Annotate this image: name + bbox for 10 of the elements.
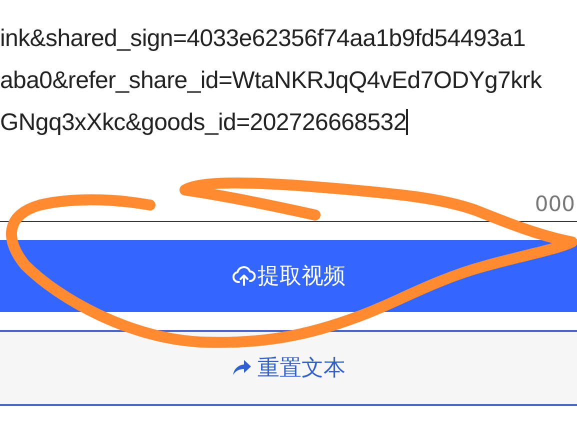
- cloud-upload-icon: [232, 265, 256, 287]
- extract-video-button[interactable]: 提取视频: [0, 240, 577, 312]
- reset-text-button[interactable]: 重置文本: [0, 330, 577, 406]
- url-text-line: ink&shared_sign=4033e62356f74aa1b9fd54493a1: [0, 25, 526, 52]
- url-text-line: aba0&refer_share_id=WtaNKRJqQ4vEd7ODYg7krk: [0, 67, 542, 94]
- text-cursor: [406, 109, 408, 135]
- text-area[interactable]: ink&shared_sign=4033e62356f74aa1b9fd54493a1 aba0&refer_share_id=WtaNKRJqQ4vEd7ODYg7krk GNgq3xXkc&goods_id=202726668532 000: [0, 0, 577, 222]
- share-arrow-icon: [232, 359, 252, 377]
- url-text-line: GNgq3xXkc&goods_id=202726668532: [0, 109, 406, 136]
- character-counter: 000: [534, 194, 575, 215]
